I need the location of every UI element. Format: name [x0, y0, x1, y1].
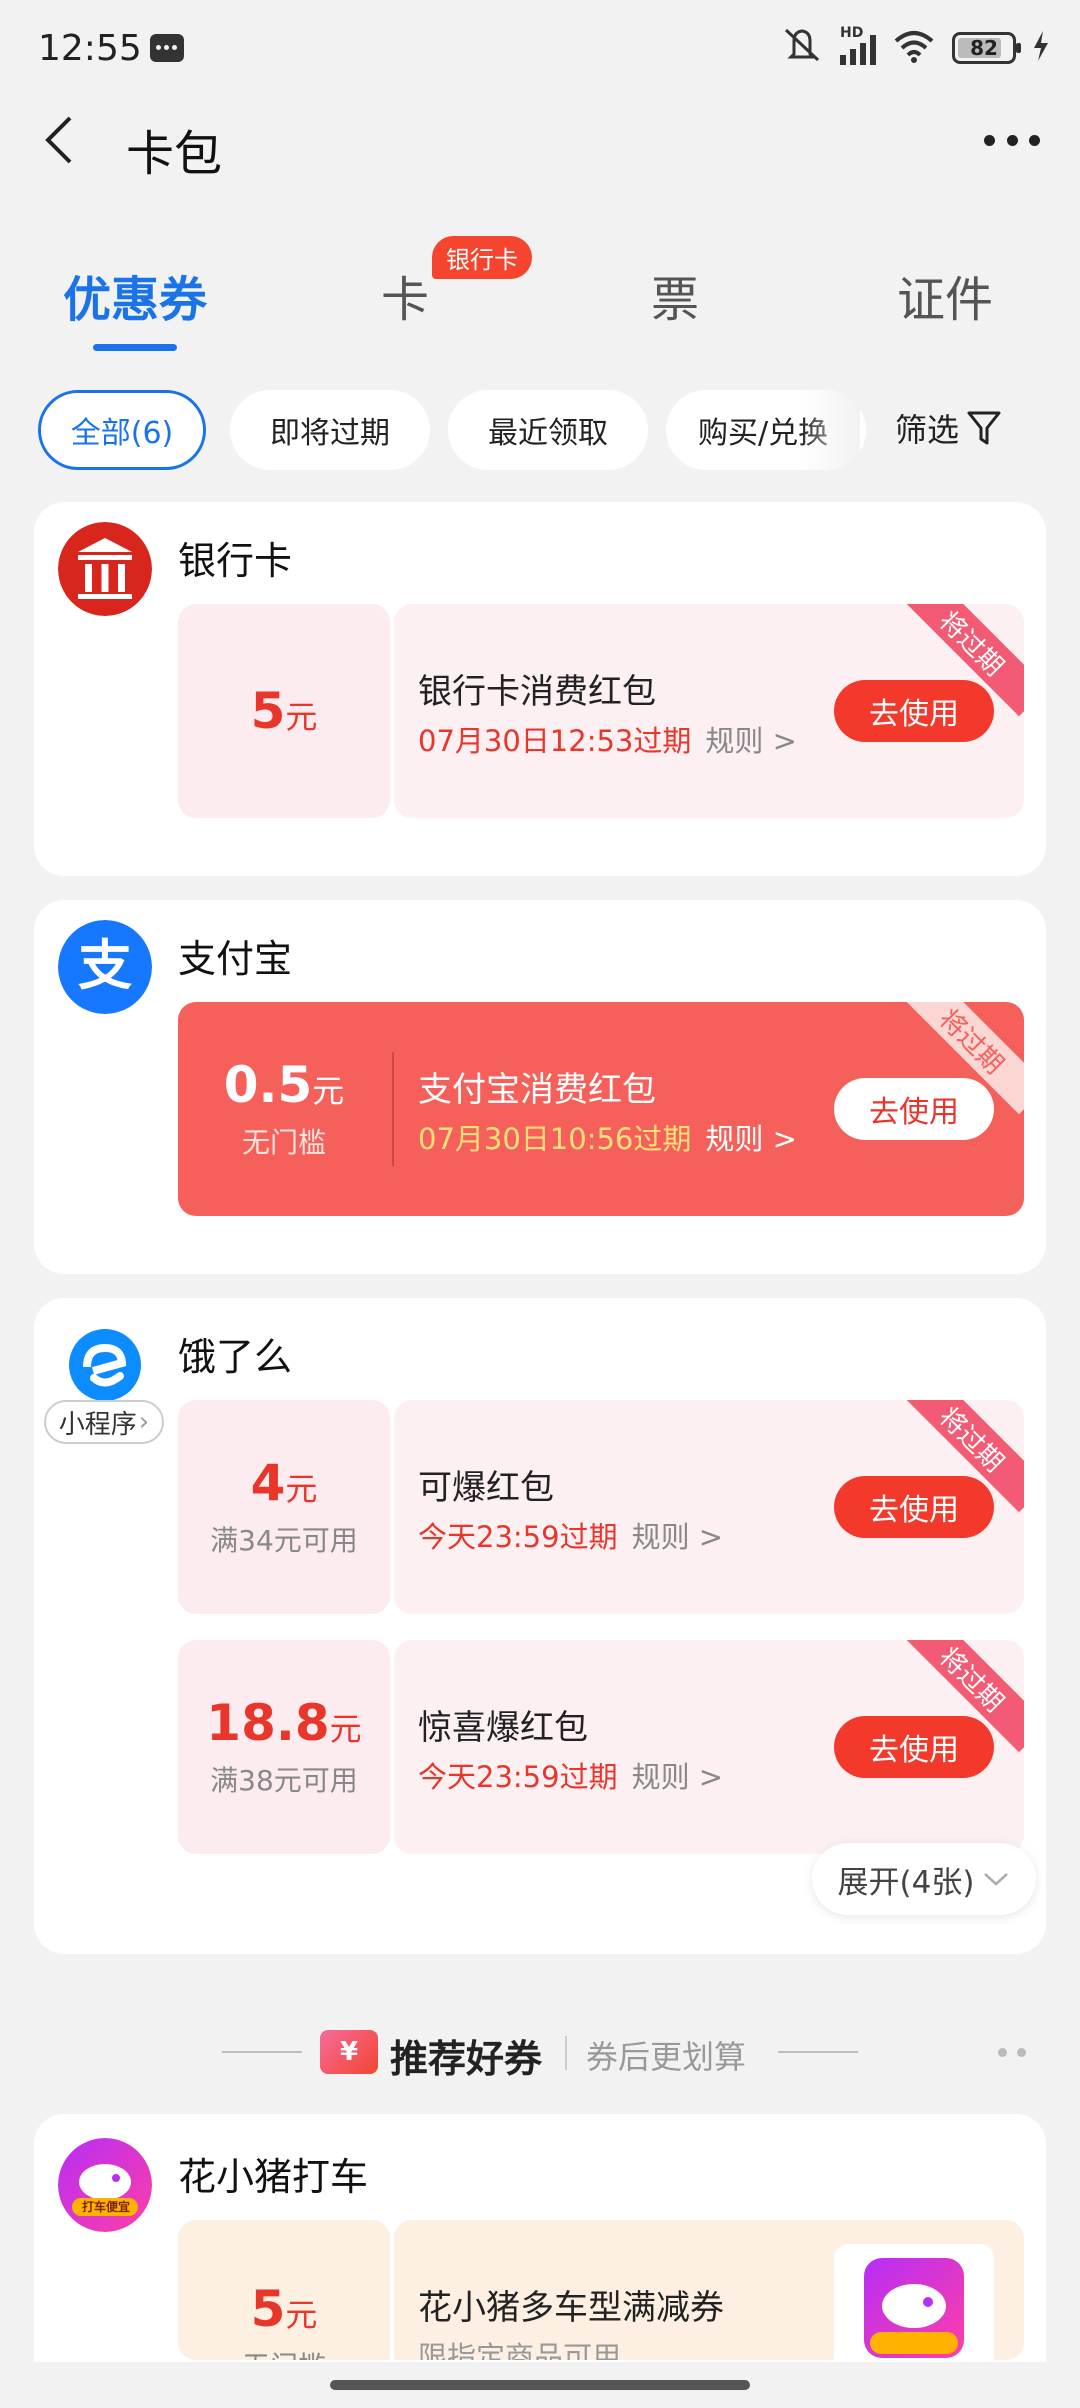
rule-link[interactable]: 规则 > [632, 1520, 724, 1554]
ticket-icon: ¥ [320, 2030, 378, 2074]
eleme-logo-icon [58, 1318, 152, 1412]
filter-chip-expiring[interactable]: 即将过期 [230, 390, 430, 470]
svg-text:支: 支 [78, 934, 132, 997]
coupon-condition: 满38元可用 [210, 1763, 358, 1797]
tab-documents[interactable]: 证件 [845, 260, 1045, 330]
coupon-title: 惊喜爆红包 [418, 1708, 588, 1748]
mini-program-badge[interactable]: 小程序 › [44, 1400, 164, 1444]
use-coupon-button[interactable]: 去使用 [834, 1476, 994, 1538]
use-coupon-button[interactable]: 去使用 [834, 1716, 994, 1778]
page-title: 卡包 [126, 126, 223, 182]
logo-text: 打车便宜 [81, 2200, 130, 2214]
bank-card-badge: 银行卡 [432, 236, 532, 279]
section-title: 推荐好券 [390, 2037, 543, 2081]
use-coupon-button[interactable]: 去使用 [834, 680, 994, 742]
coupon-details: 惊喜爆红包 今天23:59过期 规则 > 去使用 将过期 [394, 1640, 1024, 1854]
coupon-details: 支付宝消费红包 07月30日10:56过期 规则 > 去使用 将过期 [394, 1002, 1024, 1216]
home-indicator[interactable] [330, 2380, 750, 2390]
mini-program-label: 小程序 [58, 1409, 137, 1440]
rule-link[interactable]: 规则 > [705, 724, 797, 758]
coupon-amount: 4元 [250, 1453, 318, 1512]
tab-tickets[interactable]: 票 [575, 260, 775, 330]
filter-chip-recent[interactable]: 最近领取 [448, 390, 648, 470]
wifi-icon [892, 29, 936, 67]
rule-link[interactable]: 规则 > [705, 1122, 797, 1156]
expand-label: 展开(4张) [837, 1864, 975, 1901]
expand-button[interactable]: 展开(4张) [812, 1843, 1036, 1915]
coupon-expire: 今天23:59过期 规则 > [418, 1760, 724, 1794]
rule-link[interactable]: 规则 > [632, 1760, 724, 1794]
filter-label: 筛选 [895, 411, 960, 449]
coupon-title: 支付宝消费红包 [418, 1070, 656, 1110]
coupon-item: 5元 无门槛 花小猪多车型满减券 限指定商品可用 [178, 2220, 1024, 2360]
coupon-expire: 07月30日12:53过期 规则 > [418, 724, 797, 758]
signal-icon: HD [840, 25, 876, 65]
status-time: 12:55 [38, 28, 142, 69]
merchant-name: 银行卡 [178, 539, 293, 583]
coupon-item: 0.5元 无门槛 支付宝消费红包 07月30日10:56过期 规则 > 去使用 将… [178, 1002, 1024, 1216]
battery-icon: 82 [952, 32, 1021, 64]
coupon-amount: 18.8元 [206, 1693, 362, 1752]
coupon-value: 5元 [178, 604, 390, 818]
coupon-title: 可爆红包 [418, 1468, 554, 1508]
battery-level: 82 [970, 36, 998, 60]
merchant-name: 饿了么 [178, 1335, 293, 1379]
coupon-amount: 0.5元 [223, 1055, 345, 1114]
back-button[interactable] [40, 110, 80, 170]
alipay-logo-icon: 支 [58, 920, 152, 1014]
charging-icon [1032, 31, 1050, 65]
chevron-down-icon [984, 1873, 1009, 1886]
filter-button[interactable]: 筛选 [895, 405, 1001, 451]
chevron-left-icon [45, 116, 72, 164]
coupon-description: 限指定商品可用 [418, 2340, 622, 2360]
coupon-amount: 5元 [250, 681, 318, 740]
coupon-expire: 07月30日10:56过期 规则 > [418, 1122, 797, 1156]
more-dots-icon[interactable] [998, 2048, 1026, 2058]
network-type-label: HD [840, 25, 864, 41]
status-icons: HD 82 [780, 24, 1050, 72]
tab-bar: 优惠券 卡 票 证件 [0, 250, 1080, 351]
merchant-name: 花小猪打车 [178, 2155, 369, 2199]
bank-logo-icon [58, 522, 152, 616]
more-options-button[interactable] [984, 126, 1040, 154]
coupon-condition: 无门槛 [242, 2345, 326, 2360]
use-coupon-button[interactable]: 去使用 [834, 1078, 994, 1140]
coupon-expire: 今天23:59过期 规则 > [418, 1520, 724, 1554]
coupon-title: 银行卡消费红包 [418, 672, 656, 712]
goods-image [834, 2244, 994, 2360]
coupon-details: 银行卡消费红包 07月30日12:53过期 规则 > 去使用 将过期 [394, 604, 1024, 818]
coupon-value: 4元 满34元可用 [178, 1400, 390, 1614]
active-tab-indicator [93, 344, 177, 351]
coupon-condition: 无门槛 [241, 1125, 326, 1159]
coupon-item: 18.8元 满38元可用 惊喜爆红包 今天23:59过期 规则 > 去使用 将过期 [178, 1640, 1024, 1854]
tab-coupons[interactable]: 优惠券 [35, 260, 235, 330]
coupon-amount: 5元 [250, 2280, 318, 2338]
chevron-right-icon: › [138, 1407, 150, 1437]
section-subtitle: 券后更划算 [586, 2038, 747, 2076]
coupon-condition: 满34元可用 [210, 1523, 358, 1557]
funnel-icon [967, 411, 1001, 445]
filter-chip-all[interactable]: 全部(6) [38, 390, 206, 470]
coupon-details: 花小猪多车型满减券 限指定商品可用 [394, 2220, 1024, 2360]
message-notification-icon [150, 34, 184, 62]
merchant-name: 支付宝 [178, 937, 293, 981]
chip-fade [800, 386, 860, 476]
section-separator [565, 2036, 567, 2070]
section-divider-left [222, 2051, 302, 2053]
coupon-details: 可爆红包 今天23:59过期 规则 > 去使用 将过期 [394, 1400, 1024, 1614]
coupon-title: 花小猪多车型满减券 [418, 2288, 724, 2328]
section-divider-right [778, 2051, 858, 2053]
coupon-value: 0.5元 无门槛 [178, 1002, 390, 1216]
coupon-value: 5元 无门槛 [178, 2220, 390, 2360]
coupon-item: 5元 银行卡消费红包 07月30日12:53过期 规则 > 去使用 将过期 [178, 604, 1024, 818]
coupon-value: 18.8元 满38元可用 [178, 1640, 390, 1854]
huaxiaozhu-logo-icon: 打车便宜 [58, 2138, 152, 2232]
coupon-item: 4元 满34元可用 可爆红包 今天23:59过期 规则 > 去使用 将过期 [178, 1400, 1024, 1614]
mute-icon [780, 24, 824, 72]
